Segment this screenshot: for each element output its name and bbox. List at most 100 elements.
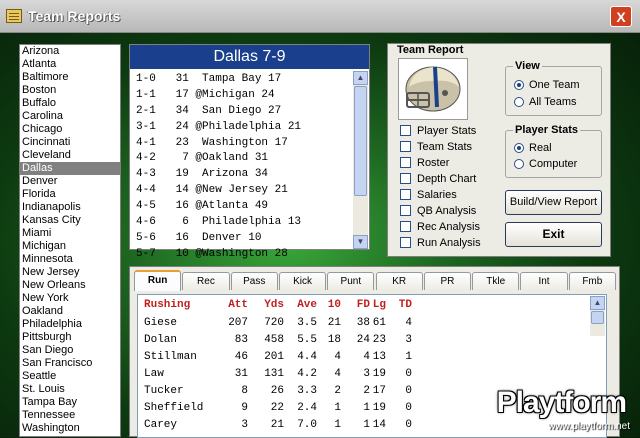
tab-pr[interactable]: PR (423, 272, 472, 290)
team-list-item[interactable]: Indianapolis (20, 201, 120, 214)
tab-int[interactable]: Int (520, 272, 568, 290)
checkbox-box[interactable] (400, 173, 411, 184)
stats-scroll-up-icon[interactable]: ▲ (590, 296, 605, 310)
table-row[interactable]: Giese 207 720 3.5 21 38 61 4 (144, 317, 444, 334)
team-list-item[interactable]: St. Louis (20, 383, 120, 396)
team-list-item[interactable]: Cleveland (20, 149, 120, 162)
table-row[interactable]: Sheffield 9 22 2.4 1 1 19 0 (144, 402, 444, 419)
table-cell: 19 (372, 402, 386, 414)
checkbox-box[interactable] (400, 189, 411, 200)
schedule-game-row[interactable]: 1-0 31 Tampa Bay 17 (136, 72, 349, 88)
team-list-item[interactable]: Oakland (20, 305, 120, 318)
team-list-item[interactable]: Boston (20, 84, 120, 97)
checkbox-run-analysis[interactable]: Run Analysis (400, 237, 481, 249)
table-row[interactable]: Carey 3 21 7.0 1 1 14 0 (144, 419, 444, 436)
team-list-item[interactable]: Kansas City (20, 214, 120, 227)
column-header: Lg (372, 299, 386, 311)
checkbox-depth-chart[interactable]: Depth Chart (400, 173, 476, 185)
table-cell: 1 (334, 402, 341, 414)
team-list-item[interactable]: Pittsburgh (20, 331, 120, 344)
checkbox-box[interactable] (400, 157, 411, 168)
schedule-game-row[interactable]: 4-2 7 @Oakland 31 (136, 151, 349, 167)
team-list-item[interactable]: Buffalo (20, 97, 120, 110)
tab-fmb[interactable]: Fmb (568, 272, 616, 290)
tab-tkle[interactable]: Tkle (472, 272, 520, 290)
table-row[interactable]: Stillman 46 201 4.4 4 4 13 1 (144, 351, 444, 368)
team-list-item[interactable]: Washington (20, 422, 120, 435)
exit-button[interactable]: Exit (505, 222, 602, 247)
computer-radio[interactable]: Computer (514, 158, 577, 170)
team-list-item[interactable]: Cincinnati (20, 136, 120, 149)
table-row[interactable]: Dolan 83 458 5.5 18 24 23 3 (144, 334, 444, 351)
team-list-item[interactable]: New Jersey (20, 266, 120, 279)
team-list-item[interactable]: Denver (20, 175, 120, 188)
scroll-up-icon[interactable]: ▲ (353, 71, 368, 85)
checkbox-box[interactable] (400, 125, 411, 136)
checkbox-salaries[interactable]: Salaries (400, 189, 457, 201)
team-list-item[interactable]: Arizona (20, 45, 120, 58)
team-list-item[interactable]: New Orleans (20, 279, 120, 292)
team-list-item[interactable]: Seattle (20, 370, 120, 383)
table-cell: 0 (405, 368, 412, 380)
scroll-down-icon[interactable]: ▼ (353, 235, 368, 249)
checkbox-box[interactable] (400, 221, 411, 232)
team-list-item[interactable]: Minnesota (20, 253, 120, 266)
schedule-game-row[interactable]: 4-1 23 Washington 17 (136, 136, 349, 152)
schedule-game-row[interactable]: 4-4 14 @New Jersey 21 (136, 183, 349, 199)
schedule-game-row[interactable]: 4-5 16 @Atlanta 49 (136, 199, 349, 215)
checkbox-box[interactable] (400, 141, 411, 152)
schedule-game-row[interactable]: 5-7 10 @Washington 28 (136, 247, 349, 263)
team-list-item[interactable]: Tampa Bay (20, 396, 120, 409)
checkbox-team-stats[interactable]: Team Stats (400, 141, 472, 153)
team-list-item[interactable]: Atlanta (20, 58, 120, 71)
view-one-team-radio[interactable]: One Team (514, 79, 580, 91)
stats-scroll-thumb[interactable] (591, 311, 604, 324)
checkbox-box[interactable] (400, 205, 411, 216)
team-list[interactable]: Arizona Atlanta Baltimore Boston Buffalo Caro… (19, 44, 121, 437)
schedule-game-row[interactable]: 4-6 6 Philadelphia 13 (136, 215, 349, 231)
real-radio[interactable]: Real (514, 142, 552, 154)
schedule-game-row[interactable]: 1-1 17 @Michigan 24 (136, 88, 349, 104)
schedule-game-row[interactable]: 3-1 24 @Philadelphia 21 (136, 120, 349, 136)
team-list-item[interactable]: New York (20, 292, 120, 305)
team-list-item[interactable]: Philadelphia (20, 318, 120, 331)
table-row[interactable]: Tucker 8 26 3.3 2 2 17 0 (144, 385, 444, 402)
team-list-item[interactable]: Baltimore (20, 71, 120, 84)
team-list-item[interactable]: Miami (20, 227, 120, 240)
team-list-item[interactable]: Dallas (20, 162, 120, 175)
team-list-item[interactable]: Michigan (20, 240, 120, 253)
checkbox-rec-analysis[interactable]: Rec Analysis (400, 221, 480, 233)
tab-rec[interactable]: Rec (182, 272, 230, 290)
checkbox-player-stats[interactable]: Player Stats (400, 125, 476, 137)
team-list-item[interactable]: Chicago (20, 123, 120, 136)
watermark-url: www.playtform.net (548, 421, 630, 432)
table-row[interactable]: Law 31 131 4.2 4 3 19 0 (144, 368, 444, 385)
schedule-scrollbar[interactable]: ▲ ▼ (353, 71, 368, 249)
tab-run[interactable]: Run (134, 270, 182, 291)
close-button[interactable]: X (610, 6, 632, 27)
checkbox-roster[interactable]: Roster (400, 157, 449, 169)
team-list-item[interactable]: Carolina (20, 110, 120, 123)
checkbox-qb-analysis[interactable]: QB Analysis (400, 205, 476, 217)
build-view-report-button[interactable]: Build/View Report (505, 190, 602, 215)
team-list-item[interactable]: San Francisco (20, 357, 120, 370)
schedule-game-row[interactable]: 4-3 19 Arizona 34 (136, 167, 349, 183)
scroll-thumb[interactable] (354, 86, 367, 196)
table-cell: 38 (356, 317, 370, 329)
watermark-brand: Playtform (496, 386, 627, 419)
table-cell: 1 (363, 419, 370, 431)
checkbox-box[interactable] (400, 237, 411, 248)
team-list-item[interactable]: San Diego (20, 344, 120, 357)
schedule-game-row[interactable]: 5-6 16 Denver 10 (136, 231, 349, 247)
tab-kr[interactable]: KR (375, 272, 423, 290)
team-list-item[interactable]: Florida (20, 188, 120, 201)
schedule-game-row[interactable]: 2-1 34 San Diego 27 (136, 104, 349, 120)
tab-kick[interactable]: Kick (278, 272, 327, 290)
view-all-teams-radio[interactable]: All Teams (514, 96, 576, 108)
tab-punt[interactable]: Punt (327, 272, 375, 290)
stats-scrollbar[interactable]: ▲ (590, 296, 605, 336)
tab-pass[interactable]: Pass (230, 272, 278, 290)
team-list-item[interactable]: Tennessee (20, 409, 120, 422)
checkbox-label: Rec Analysis (417, 221, 480, 233)
checkbox-label: Team Stats (417, 141, 473, 153)
